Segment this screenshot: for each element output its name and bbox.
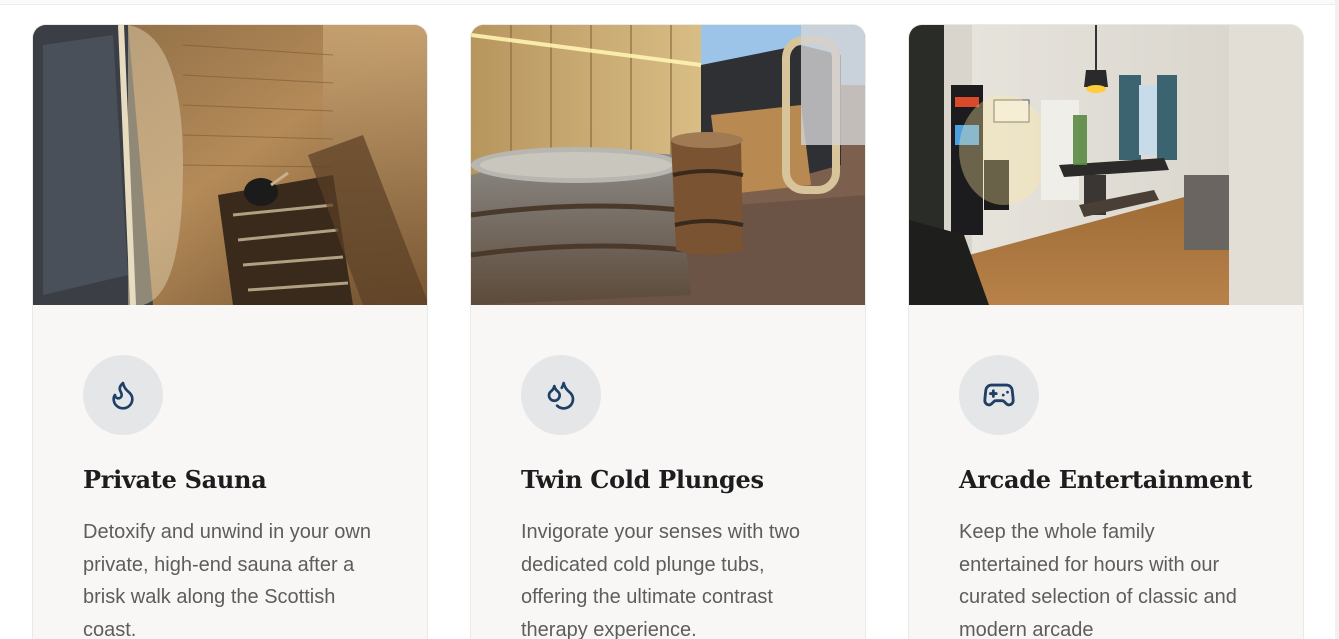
icon-badge: [959, 355, 1039, 435]
feature-title: Arcade Entertainment: [959, 465, 1252, 494]
feature-card-arcade: Arcade Entertainment Keep the whole fami…: [908, 24, 1304, 639]
feature-title: Private Sauna: [83, 465, 267, 494]
feature-description: Detoxify and unwind in your own private,…: [83, 521, 371, 639]
feature-title: Twin Cold Plunges: [521, 465, 764, 494]
cold-plunge-photo: [471, 25, 865, 305]
flame-icon: [107, 379, 139, 411]
gamepad-icon: [982, 378, 1016, 412]
icon-badge: [521, 355, 601, 435]
icon-badge: [83, 355, 163, 435]
feature-card-sauna: Private Sauna Detoxify and unwind in you…: [32, 24, 428, 639]
feature-card-cold-plunges: Twin Cold Plunges Invigorate your senses…: [470, 24, 866, 639]
feature-description: Invigorate your senses with two dedicate…: [521, 521, 801, 639]
droplets-icon: [545, 379, 577, 411]
feature-description: Keep the whole family entertained for ho…: [959, 521, 1237, 639]
scrollbar-track[interactable]: [1335, 0, 1339, 639]
header-divider: [0, 0, 1339, 5]
arcade-room-photo: [909, 25, 1303, 305]
sauna-photo: [33, 25, 427, 305]
